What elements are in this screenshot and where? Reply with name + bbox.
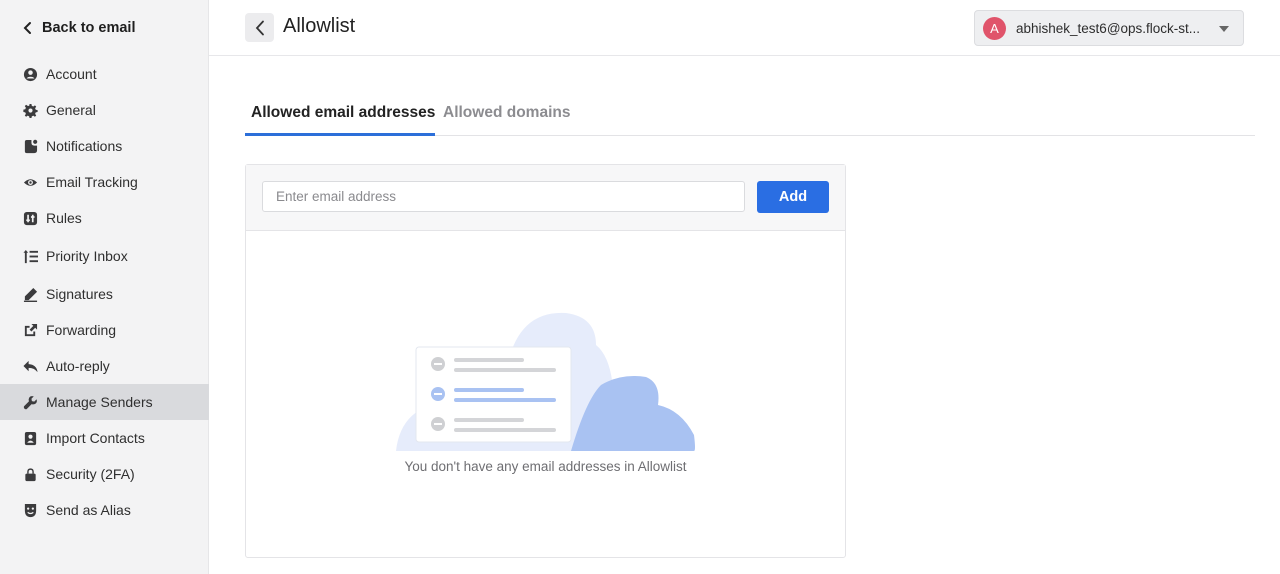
chevron-left-icon (255, 20, 264, 35)
caret-down-icon (1219, 26, 1229, 32)
sidebar-item-import-contacts[interactable]: Import Contacts (0, 420, 209, 456)
sidebar-item-label: Forwarding (46, 322, 117, 338)
eye-icon (23, 175, 38, 190)
sidebar-item-general[interactable]: General (0, 92, 209, 128)
account-switcher[interactable]: A abhishek_test6@ops.flock-st... (974, 10, 1244, 46)
account-email: abhishek_test6@ops.flock-st... (1016, 20, 1201, 36)
allowlist-tabs: Allowed email addresses Allowed domains (245, 92, 1255, 136)
sidebar-item-notifications[interactable]: Notifications (0, 128, 209, 164)
add-email-form: Add (246, 165, 845, 231)
sidebar-item-label: Security (2FA) (46, 466, 135, 482)
sidebar-item-label: General (46, 102, 96, 118)
tab-allowed-domains[interactable]: Allowed domains (443, 104, 570, 122)
sidebar-item-label: Notifications (46, 138, 123, 154)
allowlist-card: Add You don't have any email addresses i… (245, 164, 846, 558)
back-to-email-label: Back to email (42, 20, 136, 36)
add-button[interactable]: Add (757, 181, 829, 213)
sidebar-item-signatures[interactable]: Signatures (0, 276, 209, 312)
sidebar-item-label: Rules (46, 210, 82, 226)
sidebar-item-label: Account (46, 66, 97, 82)
contact-icon (23, 431, 38, 446)
sidebar-item-label: Priority Inbox (46, 248, 128, 264)
forward-icon (23, 323, 38, 338)
rules-icon (23, 211, 38, 226)
tab-allowed-email-addresses[interactable]: Allowed email addresses (251, 104, 435, 122)
sidebar-item-label: Email Tracking (46, 174, 138, 190)
sidebar-item-label: Signatures (46, 286, 113, 302)
sidebar-item-security-2fa[interactable]: Security (2FA) (0, 456, 209, 492)
sidebar-item-account[interactable]: Account (0, 56, 209, 92)
sidebar-item-priority-inbox[interactable]: Priority Inbox (0, 236, 209, 276)
sidebar-item-forwarding[interactable]: Forwarding (0, 312, 209, 348)
header-back-button[interactable] (245, 13, 274, 42)
sidebar-item-label: Auto-reply (46, 358, 110, 374)
sidebar-item-rules[interactable]: Rules (0, 200, 209, 236)
sidebar-item-label: Import Contacts (46, 430, 145, 446)
pen-icon (23, 287, 38, 302)
sidebar-item-email-tracking[interactable]: Email Tracking (0, 164, 209, 200)
sidebar-item-label: Manage Senders (46, 394, 153, 410)
sidebar-item-send-as-alias[interactable]: Send as Alias (0, 492, 209, 528)
email-address-input[interactable] (262, 181, 745, 212)
avatar: A (983, 16, 1006, 40)
settings-nav: Account General Notifications Email Trac… (0, 56, 209, 528)
lock-icon (23, 467, 38, 482)
wrench-icon (23, 395, 38, 410)
reply-icon (23, 359, 38, 374)
active-tab-indicator (245, 133, 435, 136)
gear-icon (23, 103, 38, 118)
sidebar: Back to email Account General Notificati… (0, 0, 209, 574)
account-icon (23, 67, 38, 82)
alias-mask-icon (23, 503, 38, 518)
page-title: Allowlist (283, 15, 356, 37)
page-header: Allowlist A abhishek_test6@ops.flock-st.… (209, 0, 1280, 56)
sidebar-item-manage-senders[interactable]: Manage Senders (0, 384, 209, 420)
priority-list-icon (23, 249, 38, 264)
back-to-email-link[interactable]: Back to email (22, 17, 136, 39)
chevron-left-icon (23, 22, 31, 34)
empty-state-message: You don't have any email addresses in Al… (404, 459, 687, 474)
sidebar-item-label: Send as Alias (46, 502, 131, 518)
empty-list-illustration (396, 312, 695, 451)
notification-icon (23, 139, 38, 154)
sidebar-item-auto-reply[interactable]: Auto-reply (0, 348, 209, 384)
